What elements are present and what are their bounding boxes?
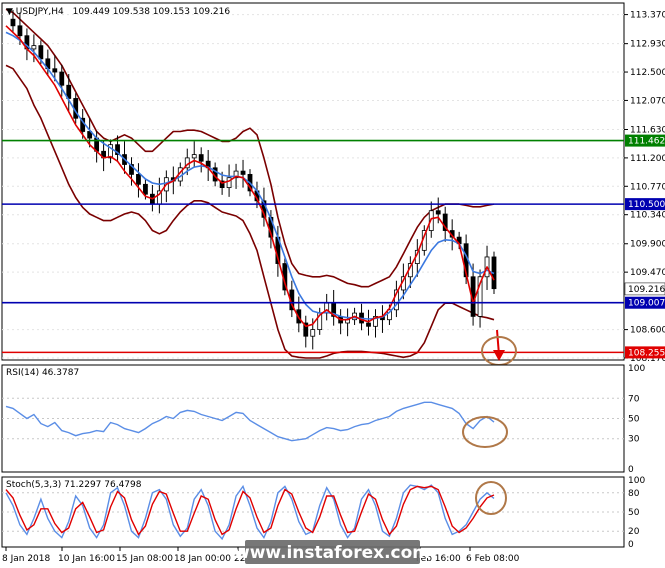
price-tick-label: 111.200 xyxy=(630,154,665,164)
price-tick-label: 109.470 xyxy=(630,268,665,278)
stoch-tick-label: 100 xyxy=(628,476,645,486)
candle-body xyxy=(52,68,58,73)
rsi-tick-label: 50 xyxy=(628,415,640,425)
symbol-label: USDJPY,H4 xyxy=(16,7,64,17)
rsi-tick-label: 0 xyxy=(628,465,634,475)
chart-header-symbol: ▼ USDJPY,H4 109.449 109.538 109.153 109.… xyxy=(6,7,230,17)
candle-body xyxy=(31,45,37,50)
stoch-tick-label: 0 xyxy=(628,540,634,550)
price-tick-label: 113.370 xyxy=(630,11,665,21)
candle-body xyxy=(240,170,246,175)
rsi-tick-label: 70 xyxy=(628,394,640,404)
level-tag-text: 109.007 xyxy=(628,299,665,309)
price-axis: 113.370 112.930 112.500 112.070 111.630 111.2… xyxy=(624,11,665,364)
level-tag-text: 108.255 xyxy=(628,348,665,358)
price-panel-frame xyxy=(1,2,625,361)
time-tick-label: 15 Jan 08:00 xyxy=(116,554,173,564)
stoch-axis: 100 80 50 20 0 xyxy=(628,476,645,550)
candle-body xyxy=(198,154,204,162)
stoch-tick-label: 50 xyxy=(628,508,640,518)
rsi-header: RSI(14) 46.3787 xyxy=(6,368,79,378)
price-tick-label: 110.340 xyxy=(630,211,665,221)
stoch-panel: 100 80 50 20 0 Stoch(5,3,3) 71.2297 76.4798 xyxy=(1,476,645,550)
price-tick-label: 108.600 xyxy=(630,326,665,336)
price-tick-label: 112.500 xyxy=(630,68,665,78)
price-tick-label: 109.900 xyxy=(630,240,665,250)
level-tag-text: 110.500 xyxy=(628,200,665,210)
candle-body xyxy=(435,210,441,215)
candle-body xyxy=(59,71,65,86)
rsi-panel: 100 70 50 30 0 RSI(14) 46.3787 xyxy=(1,364,645,475)
price-tick-label: 112.070 xyxy=(630,96,665,106)
candle-body xyxy=(17,25,23,37)
price-tick-label: 110.770 xyxy=(630,182,665,192)
chart-header-arrow-icon: ▼ xyxy=(6,7,16,17)
candle-body xyxy=(136,174,141,185)
usdjpy-chart-window: 113.370 112.930 112.500 112.070 111.630 111.2… xyxy=(1,2,665,564)
stoch-tick-label: 80 xyxy=(628,489,640,499)
rsi-axis: 100 70 50 30 0 xyxy=(628,364,645,475)
candle-body xyxy=(366,322,371,327)
candle-body xyxy=(10,18,16,27)
candle-body xyxy=(143,183,148,195)
price-panel: 113.370 112.930 112.500 112.070 111.630 111.2… xyxy=(1,2,665,366)
stoch-tick-label: 20 xyxy=(628,527,640,537)
price-tick-label: 112.930 xyxy=(630,40,665,50)
time-tick-label: 10 Jan 16:00 xyxy=(58,554,115,564)
candle-body xyxy=(38,45,44,60)
ohlc-label: 109.449 109.538 109.153 109.216 xyxy=(73,7,231,17)
level-tag-text: 111.462 xyxy=(628,137,665,147)
time-tick-label: 18 Jan 00:00 xyxy=(174,554,231,564)
candle-body xyxy=(310,329,316,337)
price-tick-label: 111.630 xyxy=(630,125,665,135)
rsi-tick-label: 100 xyxy=(628,364,645,374)
level-tag-text: 109.216 xyxy=(628,285,665,295)
rsi-tick-label: 30 xyxy=(628,435,640,445)
watermark-text: www.instaforex.com xyxy=(234,543,430,563)
watermark: www.instaforex.com xyxy=(234,540,430,564)
time-tick-label: 6 Feb 08:00 xyxy=(466,554,520,564)
time-tick-label: 8 Jan 2018 xyxy=(2,554,50,564)
candle-body xyxy=(191,154,197,159)
stoch-header: Stoch(5,3,3) 71.2297 76.4798 xyxy=(6,480,142,490)
